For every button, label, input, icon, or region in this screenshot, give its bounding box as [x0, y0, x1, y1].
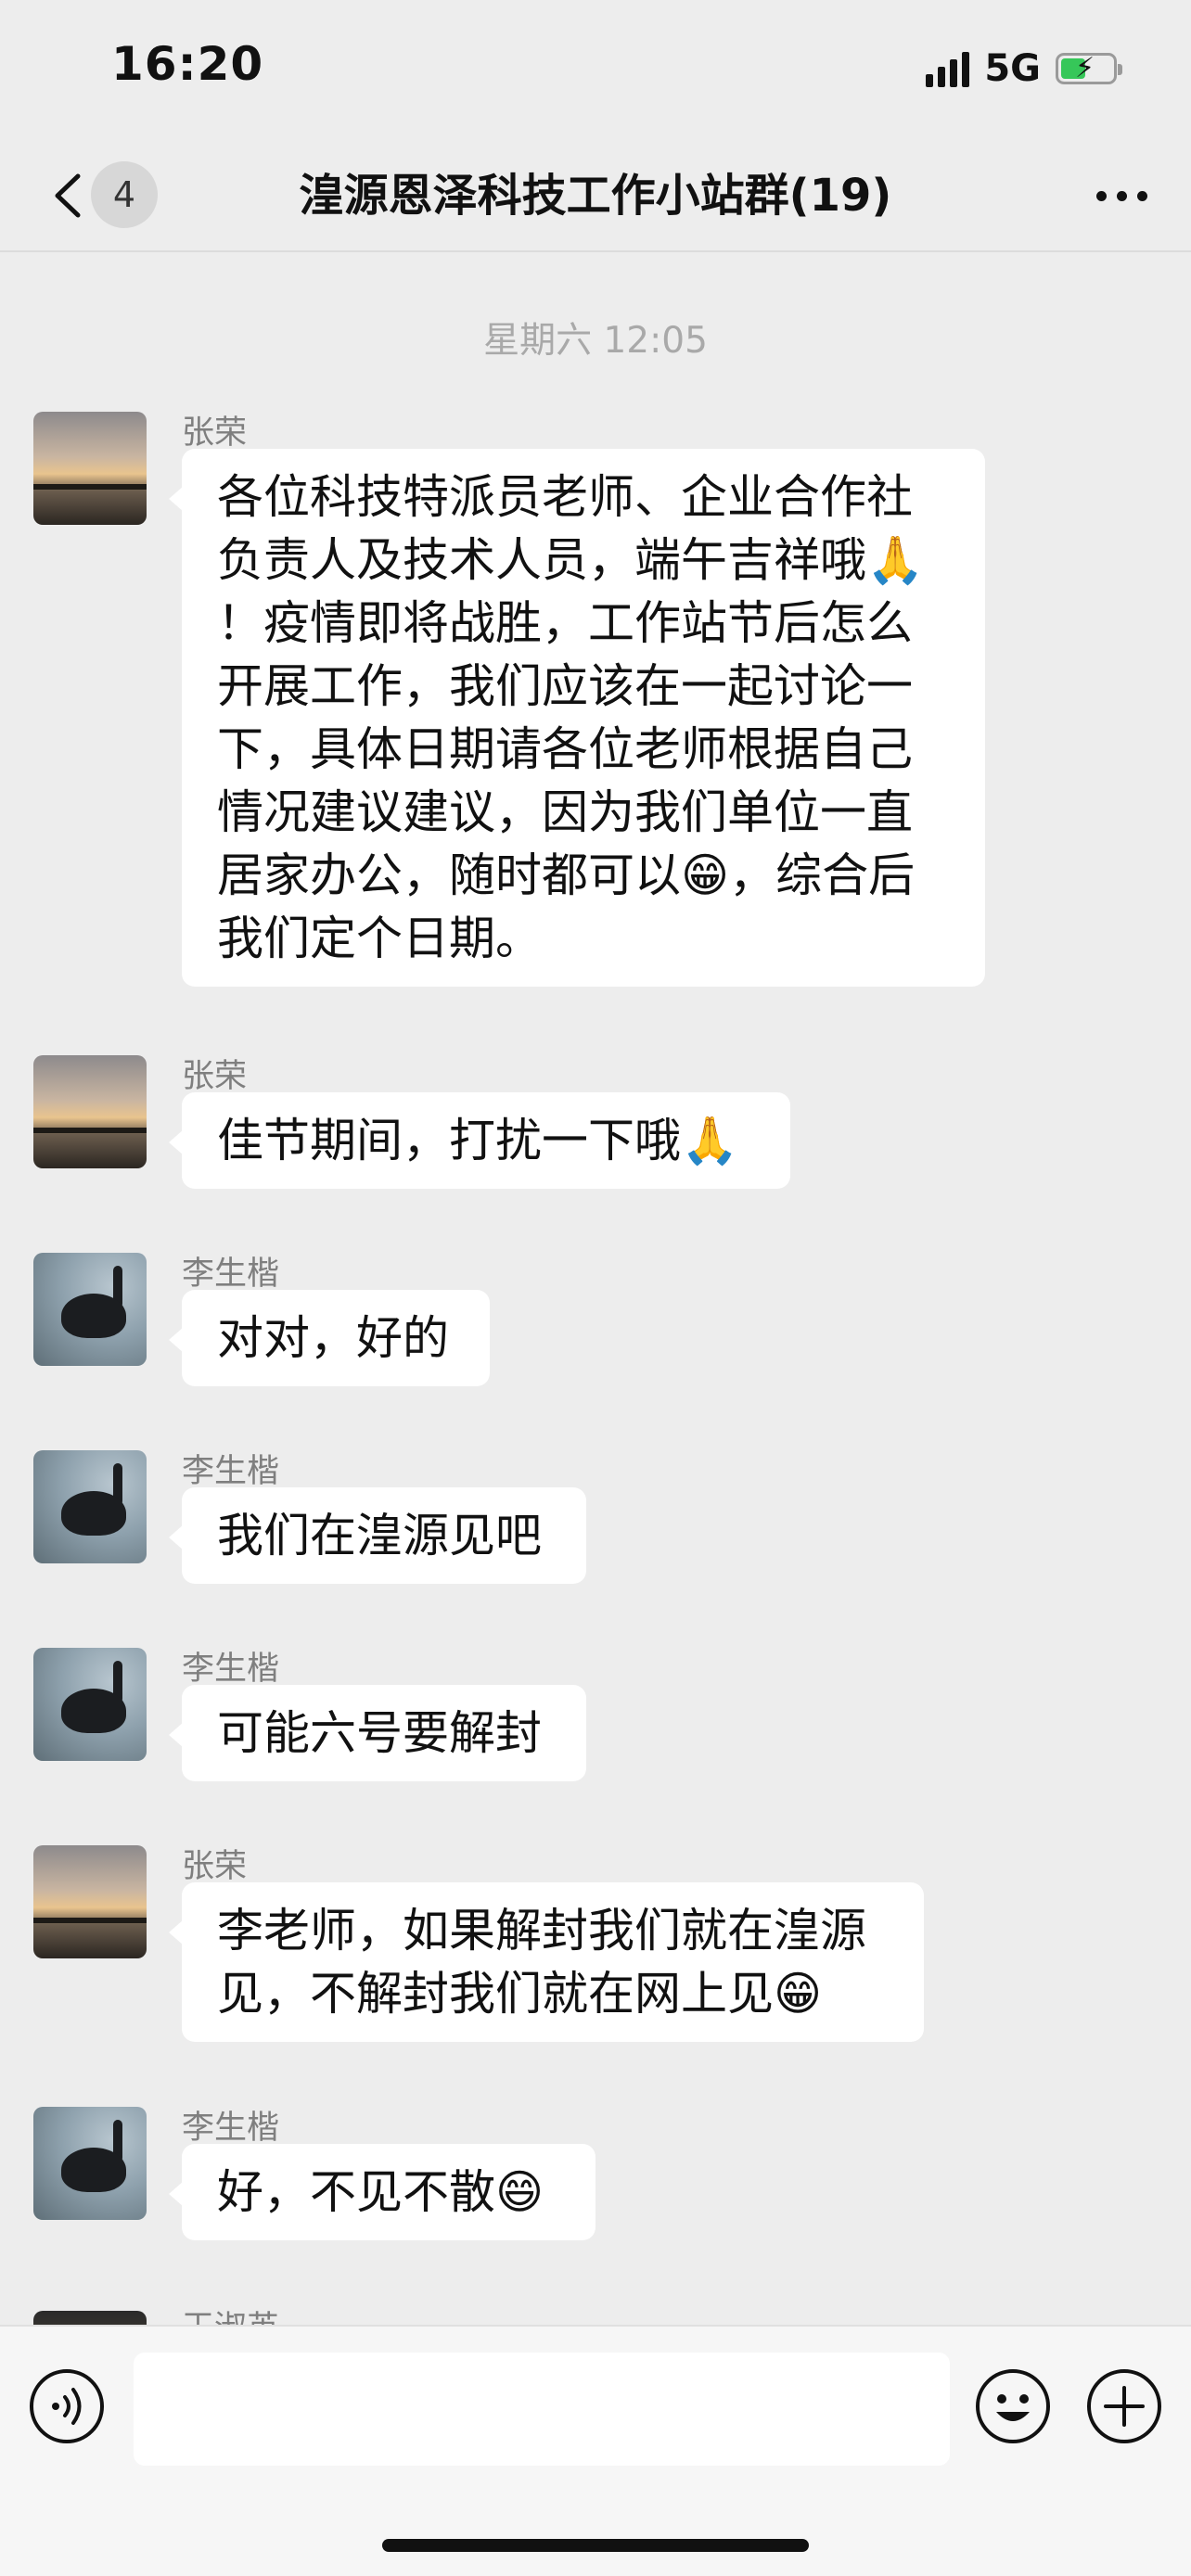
message-input[interactable]: [134, 2353, 950, 2466]
sender-name: 李生楷: [182, 1453, 280, 1490]
emoji-button[interactable]: [974, 2367, 1052, 2445]
input-bar: [0, 2325, 1191, 2576]
avatar[interactable]: [33, 1055, 147, 1168]
message-bubble[interactable]: 好，不见不散😄: [169, 2144, 596, 2240]
voice-icon: [30, 2369, 104, 2443]
voice-button[interactable]: [28, 2367, 106, 2445]
chat-title: 湟源恩泽科技工作小站群(19): [299, 170, 892, 222]
message-bubble[interactable]: 李老师，如果解封我们就在湟源 见，不解封我们就在网上见😁: [169, 1882, 924, 2042]
message-line: 可能六号要解封: [217, 1706, 542, 1760]
message-line: 下，具体日期请各位老师根据自己: [217, 722, 913, 776]
chat-messages[interactable]: 星期六 12:05 张荣 各位科技特派员老师、企业合作社 负责人及技术人员，端午…: [0, 252, 1191, 2325]
sender-name: 王淑英: [182, 2302, 279, 2325]
message-line: 居家办公，随时都可以😁，综合后: [217, 848, 916, 902]
avatar[interactable]: [33, 1648, 147, 1761]
message-line: 情况建议建议，因为我们单位一直: [217, 785, 913, 839]
avatar[interactable]: [33, 412, 147, 525]
plus-icon: [1087, 2369, 1161, 2443]
status-bar: 16:20 5G ⚡: [0, 0, 1191, 139]
battery-icon: ⚡: [1056, 53, 1122, 84]
sender-name: 李生楷: [182, 2110, 280, 2147]
avatar[interactable]: [33, 2107, 147, 2220]
message-line: 李老师，如果解封我们就在湟源: [217, 1904, 866, 1958]
status-indicators: 5G ⚡: [926, 41, 1122, 96]
avatar[interactable]: [33, 1450, 147, 1563]
sender-name: 张荣: [182, 1848, 248, 1885]
message-line: 开展工作，我们应该在一起讨论一: [217, 659, 913, 713]
message-bubble[interactable]: 佳节期间，打扰一下哦🙏: [169, 1092, 790, 1189]
sender-name: 张荣: [182, 414, 248, 452]
avatar[interactable]: [33, 1253, 147, 1366]
plus-button[interactable]: [1085, 2367, 1163, 2445]
message-line: 对对，好的: [217, 1311, 449, 1365]
message-line: 见，不解封我们就在网上见😁: [217, 1967, 823, 2021]
message-bubble[interactable]: 对对，好的: [169, 1290, 490, 1386]
sender-name: 李生楷: [182, 1651, 280, 1688]
message-bubble[interactable]: 我们在湟源见吧: [169, 1487, 586, 1584]
message-line: 佳节期间，打扰一下哦🙏: [217, 1114, 739, 1167]
clock: 16:20: [111, 37, 264, 91]
message-bubble[interactable]: 可能六号要解封: [169, 1685, 586, 1781]
message-bubble[interactable]: 各位科技特派员老师、企业合作社 负责人及技术人员，端午吉祥哦🙏 ！疫情即将战胜，…: [169, 449, 985, 987]
message-line: ！疫情即将战胜，工作站节后怎么: [217, 596, 913, 650]
message-line: 负责人及技术人员，端午吉祥哦🙏: [217, 533, 925, 587]
emoji-icon: [976, 2369, 1050, 2443]
avatar[interactable]: [33, 2311, 147, 2325]
more-options-button[interactable]: [1089, 171, 1154, 221]
message-line: 各位科技特派员老师、企业合作社: [217, 470, 913, 524]
network-label: 5G: [984, 47, 1041, 90]
message-line: 我们定个日期。: [217, 912, 542, 965]
sender-name: 李生楷: [182, 1256, 280, 1293]
signal-icon: [926, 50, 970, 87]
message-line: 我们在湟源见吧: [217, 1509, 542, 1562]
message-line: 好，不见不散😄: [217, 2165, 544, 2219]
chat-timestamp: 星期六 12:05: [483, 320, 708, 362]
avatar[interactable]: [33, 1845, 147, 1958]
home-indicator: [382, 2539, 809, 2552]
sender-name: 张荣: [182, 1058, 248, 1095]
nav-bar: 4 湟源恩泽科技工作小站群(19): [0, 139, 1191, 252]
